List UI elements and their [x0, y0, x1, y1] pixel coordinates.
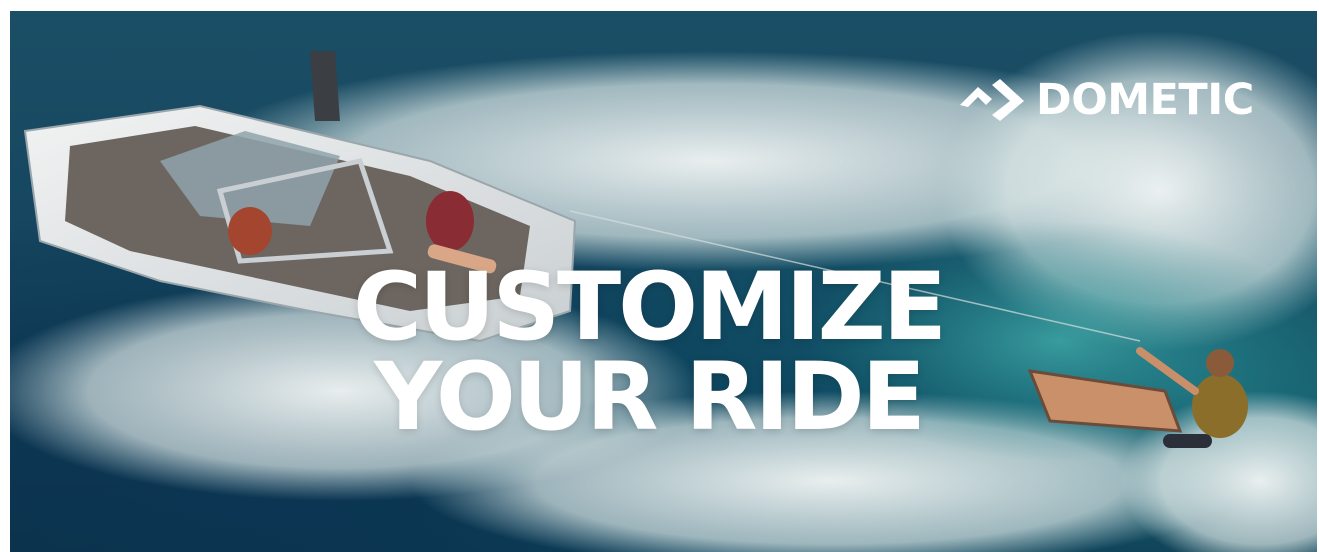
brand-name: DOMETIC	[1036, 74, 1254, 125]
headline-line-2: YOUR RIDE	[374, 343, 926, 452]
page-frame: DOMETIC CUSTOMIZE YOUR RIDE	[0, 0, 1319, 552]
dometic-chevron-logo-icon	[960, 79, 1024, 121]
hero-headline: CUSTOMIZE YOUR RIDE	[10, 253, 1302, 452]
dometic-logo[interactable]: DOMETIC	[958, 77, 1254, 123]
headline-line-1: CUSTOMIZE	[353, 253, 947, 362]
hero-banner[interactable]: DOMETIC CUSTOMIZE YOUR RIDE	[10, 11, 1317, 552]
